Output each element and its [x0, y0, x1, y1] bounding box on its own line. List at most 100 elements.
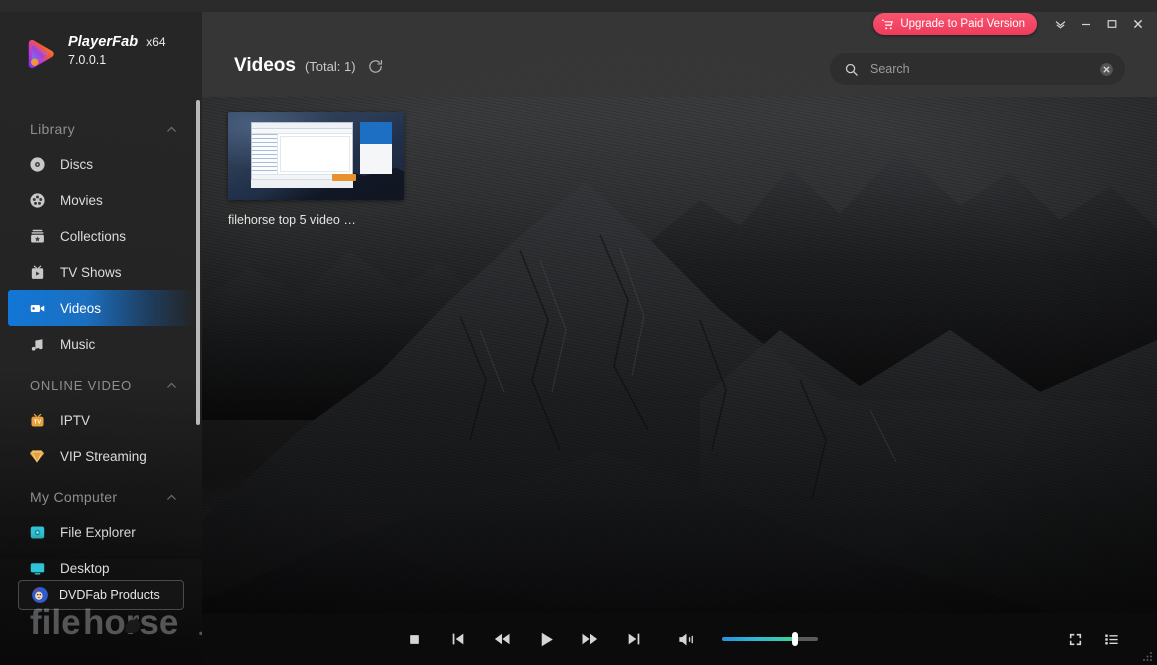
- resize-grip[interactable]: [1141, 650, 1153, 662]
- sidebar-item-movies-label: Movies: [60, 193, 103, 208]
- volume-handle[interactable]: [792, 632, 798, 646]
- sidebar-item-vip-streaming[interactable]: VIP Streaming: [0, 438, 202, 474]
- nav-group-library[interactable]: Library: [0, 112, 202, 146]
- play-button[interactable]: [524, 621, 568, 657]
- media-card[interactable]: filehorse top 5 video …: [228, 112, 404, 227]
- transport-controls: [392, 621, 818, 657]
- sidebar-item-music-label: Music: [60, 337, 95, 352]
- volume-track[interactable]: [722, 637, 818, 641]
- sidebar-item-iptv-label: IPTV: [60, 413, 90, 428]
- svg-text:TV: TV: [33, 419, 40, 425]
- search-box[interactable]: [830, 53, 1125, 85]
- maximize-button[interactable]: [1099, 11, 1125, 37]
- dvdfab-products-label: DVDFab Products: [59, 588, 160, 602]
- dvdfab-products-button[interactable]: DVDFab Products: [18, 580, 184, 610]
- sidebar-item-videos[interactable]: Videos: [8, 290, 194, 326]
- refresh-icon: [367, 58, 384, 75]
- stop-button[interactable]: [392, 621, 436, 657]
- brand-architecture: x64: [146, 35, 165, 49]
- play-icon: [537, 630, 556, 649]
- maximize-icon: [1106, 18, 1118, 30]
- rewind-icon: [493, 630, 511, 648]
- brand-name: PlayerFab: [68, 34, 138, 50]
- close-icon: [1132, 18, 1144, 30]
- playerfab-window: Upgrade to Paid Version: [0, 0, 1157, 665]
- upgrade-to-paid-version-button[interactable]: Upgrade to Paid Version: [873, 13, 1037, 35]
- music-note-icon: [28, 335, 46, 353]
- chevron-up-icon: [165, 123, 178, 136]
- app-menu-button[interactable]: [1047, 11, 1073, 37]
- playerfab-logo-icon: [22, 36, 58, 72]
- clear-circle-icon: [1098, 61, 1115, 78]
- chevron-down-menu-icon: [1054, 18, 1067, 31]
- sidebar-item-tv-shows-label: TV Shows: [60, 265, 122, 280]
- nav-group-online-video-label: ONLINE VIDEO: [30, 378, 132, 393]
- sidebar-item-iptv[interactable]: TV IPTV: [0, 402, 202, 438]
- content-area: Videos (Total: 1): [202, 12, 1157, 665]
- volume-slider[interactable]: [722, 637, 818, 641]
- nav-group-my-computer[interactable]: My Computer: [0, 480, 202, 514]
- nav-group-library-label: Library: [30, 121, 75, 137]
- minimize-icon: [1080, 18, 1092, 30]
- player-bar: [202, 613, 1157, 665]
- sidebar: PlayerFab x64 7.0.0.1 Library Discs: [0, 12, 202, 665]
- tv-icon: [28, 263, 46, 281]
- sidebar-item-videos-label: Videos: [60, 301, 101, 316]
- sidebar-item-discs[interactable]: Discs: [0, 146, 202, 182]
- sidebar-scrollbar[interactable]: [196, 100, 200, 425]
- media-grid: filehorse top 5 video …: [228, 112, 1157, 605]
- volume-button[interactable]: [664, 621, 708, 657]
- thumbnail-side-panel-top: [360, 122, 392, 144]
- page-title: Videos: [234, 55, 296, 77]
- search-input[interactable]: [859, 62, 1098, 76]
- previous-button[interactable]: [436, 621, 480, 657]
- playlist-icon: [1104, 632, 1119, 647]
- sidebar-item-desktop-label: Desktop: [60, 561, 110, 576]
- sidebar-item-movies[interactable]: Movies: [0, 182, 202, 218]
- media-thumbnail[interactable]: [228, 112, 404, 200]
- file-explorer-icon: [28, 523, 46, 541]
- collections-box-icon: [28, 227, 46, 245]
- volume-fill: [722, 637, 795, 641]
- chevron-up-icon: [165, 379, 178, 392]
- page-header: Videos (Total: 1): [234, 55, 384, 77]
- playlist-button[interactable]: [1095, 623, 1127, 655]
- sidebar-item-file-explorer[interactable]: File Explorer: [0, 514, 202, 550]
- fast-forward-button[interactable]: [568, 621, 612, 657]
- sidebar-item-vip-streaming-label: VIP Streaming: [60, 449, 147, 464]
- sidebar-item-music[interactable]: Music: [0, 326, 202, 362]
- disc-icon: [28, 155, 46, 173]
- fullscreen-button[interactable]: [1059, 623, 1091, 655]
- dvdfab-logo-icon: [31, 586, 49, 604]
- thumbnail-accent-button: [332, 174, 356, 181]
- brand: PlayerFab x64 7.0.0.1: [22, 34, 166, 72]
- video-camera-icon: [28, 299, 46, 317]
- nav-group-online-video[interactable]: ONLINE VIDEO: [0, 368, 202, 402]
- chevron-up-icon: [165, 491, 178, 504]
- volume-icon: [677, 630, 696, 649]
- search-clear-button[interactable]: [1098, 61, 1115, 78]
- fast-forward-icon: [581, 630, 599, 648]
- desktop-icon: [28, 559, 46, 577]
- vip-diamond-icon: [28, 447, 46, 465]
- thumbnail-side-panel-bottom: [360, 144, 392, 174]
- sidebar-item-tv-shows[interactable]: TV Shows: [0, 254, 202, 290]
- fullscreen-icon: [1068, 632, 1083, 647]
- iptv-icon: TV: [28, 411, 46, 429]
- sidebar-item-discs-label: Discs: [60, 157, 93, 172]
- rewind-button[interactable]: [480, 621, 524, 657]
- stop-icon: [408, 633, 421, 646]
- sidebar-item-collections[interactable]: Collections: [0, 218, 202, 254]
- close-button[interactable]: [1125, 11, 1151, 37]
- skip-next-icon: [626, 631, 642, 647]
- brand-version: 7.0.0.1: [68, 53, 166, 67]
- page-total-count: (Total: 1): [305, 59, 356, 74]
- thumbnail-dialog-window: [251, 122, 353, 181]
- film-reel-icon: [28, 191, 46, 209]
- search-icon: [844, 62, 859, 77]
- skip-previous-icon: [450, 631, 466, 647]
- refresh-button[interactable]: [367, 58, 384, 75]
- next-button[interactable]: [612, 621, 656, 657]
- upgrade-button-label: Upgrade to Paid Version: [900, 13, 1025, 35]
- minimize-button[interactable]: [1073, 11, 1099, 37]
